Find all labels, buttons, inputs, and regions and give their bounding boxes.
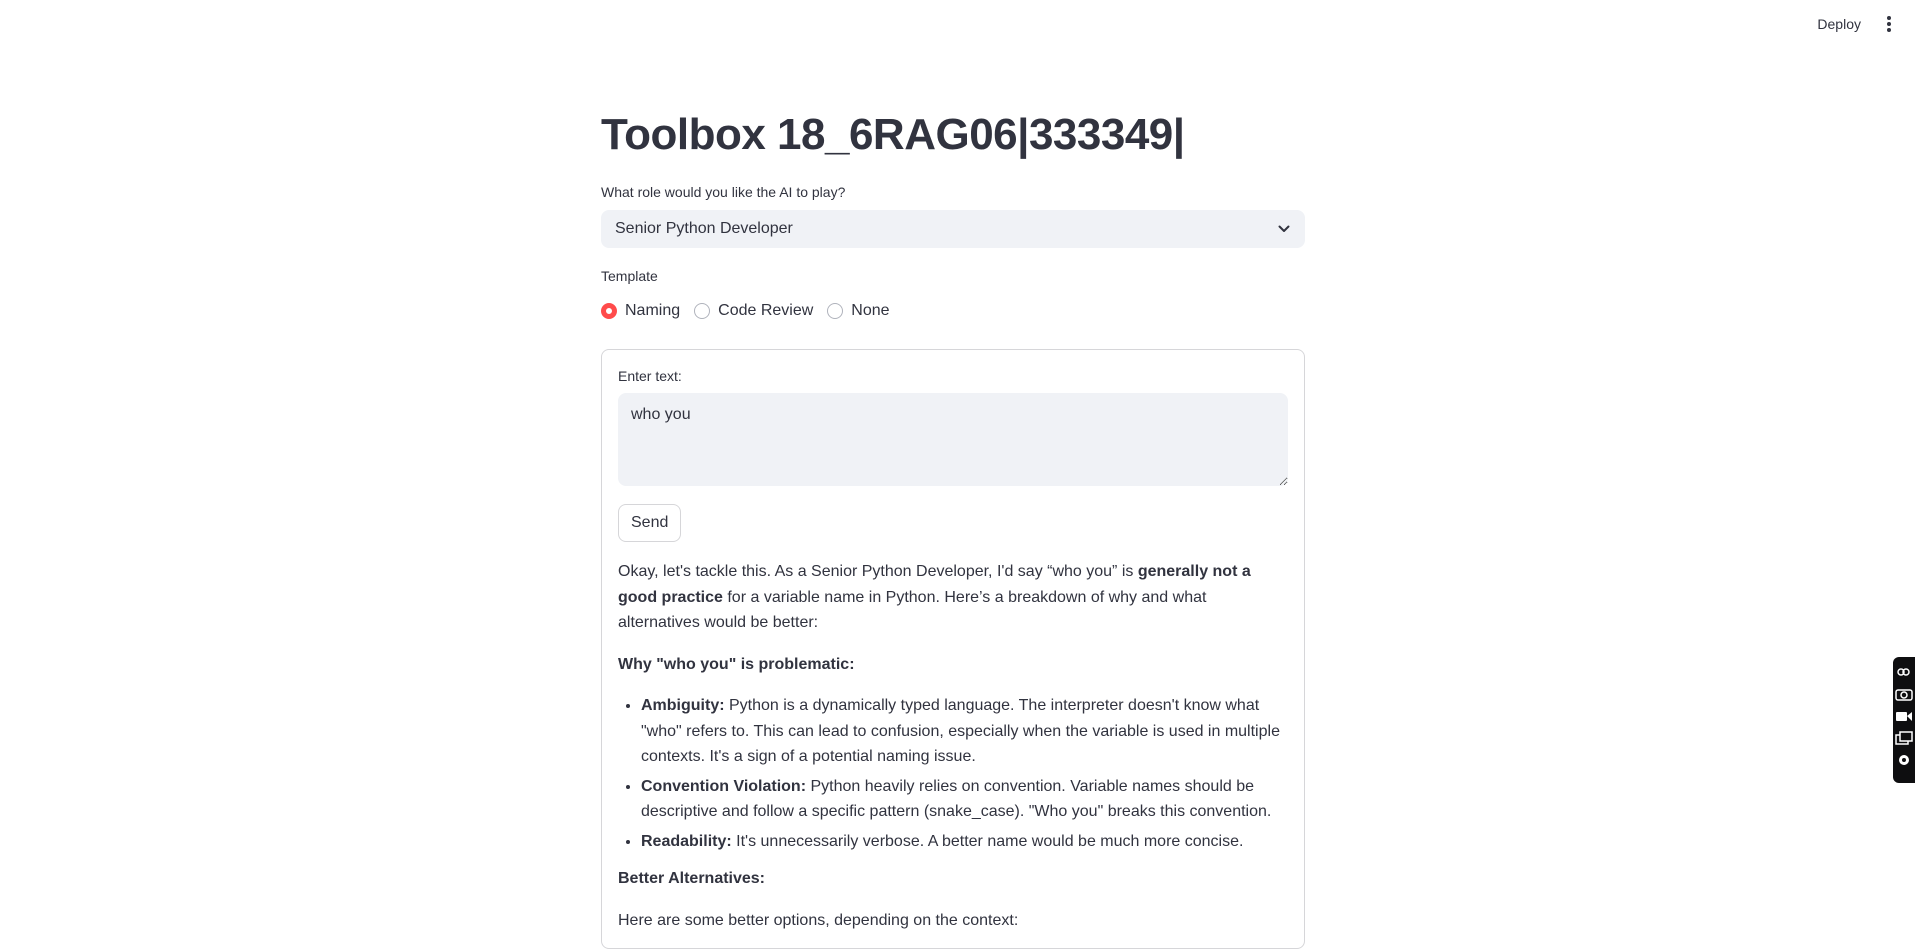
- template-radio-group: Naming Code Review None: [601, 302, 904, 320]
- list-item: Convention Violation: Python heavily rel…: [641, 774, 1288, 825]
- radio-label: Naming: [625, 302, 681, 319]
- page-title: Toolbox 18_6RAG06|333349|: [601, 110, 1185, 159]
- response-heading: Better Alternatives:: [618, 870, 766, 887]
- template-label: Template: [601, 268, 658, 284]
- link-icon[interactable]: [1895, 665, 1913, 679]
- text-input[interactable]: who you: [618, 393, 1288, 486]
- main-menu-icon[interactable]: [1883, 16, 1895, 34]
- response-intro: Okay, let's tackle this. As a Senior Pyt…: [618, 563, 1251, 631]
- recording-toolbar: [1893, 657, 1915, 783]
- role-select-value: Senior Python Developer: [615, 220, 793, 237]
- list-item: Readability: It's unnecessarily verbose.…: [641, 829, 1288, 855]
- gear-icon[interactable]: [1895, 753, 1913, 767]
- role-select[interactable]: Senior Python Developer: [601, 210, 1305, 248]
- list-item: Ambiguity: Python is a dynamically typed…: [641, 693, 1288, 770]
- send-button[interactable]: Send: [618, 504, 682, 542]
- radio-unchecked-icon: [827, 303, 844, 319]
- chat-form: Enter text: who you Send Okay, let's tac…: [601, 349, 1305, 949]
- radio-label: Code Review: [718, 302, 814, 319]
- radio-checked-icon: [601, 303, 617, 319]
- deploy-button[interactable]: Deploy: [1817, 16, 1861, 32]
- radio-code-review[interactable]: Code Review: [694, 302, 813, 320]
- response-paragraph: Here are some better options, depending …: [618, 911, 1019, 929]
- ai-response: Okay, let's tackle this. As a Senior Pyt…: [618, 559, 1288, 949]
- camera-icon[interactable]: [1895, 687, 1913, 701]
- radio-none[interactable]: None: [827, 302, 890, 320]
- radio-unchecked-icon: [694, 303, 711, 319]
- radio-label: None: [851, 302, 890, 319]
- response-list: Ambiguity: Python is a dynamically typed…: [618, 693, 1288, 854]
- chevron-down-icon: [1278, 225, 1290, 232]
- role-select-label: What role would you like the AI to play?: [601, 184, 846, 200]
- response-heading: Why "who you" is problematic:: [618, 655, 855, 673]
- top-bar: Deploy: [0, 0, 1915, 50]
- radio-naming[interactable]: Naming: [601, 302, 680, 320]
- text-input-label: Enter text:: [618, 368, 682, 384]
- windows-icon[interactable]: [1895, 731, 1913, 745]
- video-icon[interactable]: [1895, 709, 1913, 723]
